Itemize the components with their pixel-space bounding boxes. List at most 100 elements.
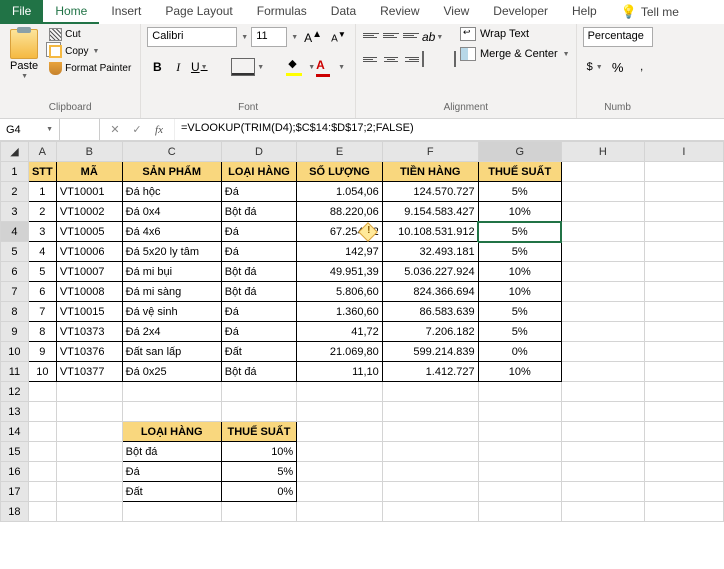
cell[interactable]: 3 — [28, 222, 56, 242]
cell[interactable] — [561, 242, 644, 262]
cell[interactable]: Đá 0x4 — [122, 202, 221, 222]
cell[interactable]: THUẾ SUẤT — [478, 162, 561, 182]
cell[interactable]: 1 — [28, 182, 56, 202]
tab-formulas[interactable]: Formulas — [245, 0, 319, 24]
col-header[interactable]: I — [644, 142, 723, 162]
row-header[interactable]: 18 — [1, 502, 29, 522]
tab-review[interactable]: Review — [368, 0, 431, 24]
cell[interactable] — [561, 302, 644, 322]
font-color-button[interactable]: A — [316, 58, 336, 76]
tab-home[interactable]: Home — [43, 0, 99, 24]
cell[interactable]: 4 — [28, 242, 56, 262]
cell[interactable]: SẢN PHẨM — [122, 162, 221, 182]
shrink-font-button[interactable]: A▼ — [328, 29, 349, 44]
cell[interactable]: Đá 2x4 — [122, 322, 221, 342]
paste-button[interactable]: Paste ▼ — [6, 27, 42, 82]
col-header[interactable]: H — [561, 142, 644, 162]
percent-button[interactable] — [607, 57, 629, 77]
cell[interactable]: 9 — [28, 342, 56, 362]
align-bottom-button[interactable] — [402, 27, 420, 43]
cell[interactable]: 10.108.531.912 — [382, 222, 478, 242]
cell[interactable] — [561, 322, 644, 342]
copy-button[interactable]: Copy▼ — [46, 44, 134, 59]
tab-help[interactable]: Help — [560, 0, 609, 24]
cell[interactable]: 5% — [221, 462, 296, 482]
cell[interactable]: 41,72 — [297, 322, 383, 342]
tell-me[interactable]: 💡Tell me — [609, 0, 691, 24]
cell[interactable]: Đá — [221, 302, 296, 322]
row-header[interactable]: 13 — [1, 402, 29, 422]
cell[interactable]: Đá mi bụi — [122, 262, 221, 282]
formula-input[interactable]: =VLOOKUP(TRIM(D4);$C$14:$D$17;2;FALSE) — [175, 119, 724, 140]
cell[interactable]: Bột đá — [221, 202, 296, 222]
cell[interactable] — [644, 162, 723, 182]
cell[interactable]: 1.054,06 — [297, 182, 383, 202]
row-header[interactable]: 15 — [1, 442, 29, 462]
cell[interactable]: 5% — [478, 322, 561, 342]
cell[interactable]: 5% — [478, 302, 561, 322]
row-header[interactable]: 17 — [1, 482, 29, 502]
cell[interactable]: Đá vệ sinh — [122, 302, 221, 322]
cell[interactable]: 142,97 — [297, 242, 383, 262]
underline-button[interactable]: U▼ — [189, 57, 209, 77]
cell[interactable]: 10% — [478, 202, 561, 222]
cell[interactable] — [644, 182, 723, 202]
cell[interactable]: Bột đá — [221, 362, 296, 382]
tab-developer[interactable]: Developer — [481, 0, 560, 24]
cell[interactable] — [561, 342, 644, 362]
format-painter-button[interactable]: Format Painter — [46, 61, 134, 76]
cell[interactable]: 5 — [28, 262, 56, 282]
cell[interactable]: Bột đá — [221, 262, 296, 282]
cell[interactable]: 5% — [478, 242, 561, 262]
cell[interactable]: VT10001 — [56, 182, 122, 202]
cell[interactable]: 0% — [478, 342, 561, 362]
row-header[interactable]: 14 — [1, 422, 29, 442]
cell[interactable]: 10% — [478, 282, 561, 302]
col-header[interactable]: A — [28, 142, 56, 162]
cell[interactable]: 599.214.839 — [382, 342, 478, 362]
row-header[interactable]: 9 — [1, 322, 29, 342]
cell[interactable]: Đá mi sàng — [122, 282, 221, 302]
cell[interactable]: 10% — [478, 262, 561, 282]
col-header[interactable]: D — [221, 142, 296, 162]
cell[interactable]: TIỀN HÀNG — [382, 162, 478, 182]
cell[interactable] — [644, 242, 723, 262]
cell[interactable]: 10% — [478, 362, 561, 382]
row-header[interactable]: 4 — [1, 222, 29, 242]
worksheet-grid[interactable]: ◢ A B C D E F G H I 1 STT MÃ SẢN PHẨM LO… — [0, 141, 724, 568]
row-header[interactable]: 12 — [1, 382, 29, 402]
tab-page-layout[interactable]: Page Layout — [153, 0, 244, 24]
row-header[interactable]: 10 — [1, 342, 29, 362]
align-right-button[interactable] — [402, 51, 420, 67]
orientation-button[interactable]: ab▼ — [422, 27, 443, 47]
cell[interactable]: VT10007 — [56, 262, 122, 282]
tab-data[interactable]: Data — [319, 0, 368, 24]
align-left-button[interactable] — [362, 51, 380, 67]
cell[interactable]: VT10376 — [56, 342, 122, 362]
cell[interactable]: 8 — [28, 322, 56, 342]
row-header[interactable]: 8 — [1, 302, 29, 322]
cell[interactable]: 49.951,39 — [297, 262, 383, 282]
cell[interactable]: 7 — [28, 302, 56, 322]
cell[interactable] — [561, 282, 644, 302]
cell[interactable]: 124.570.727 — [382, 182, 478, 202]
cell[interactable]: 10 — [28, 362, 56, 382]
font-name-select[interactable]: Calibri — [147, 27, 237, 47]
cell[interactable]: Đá — [221, 222, 296, 242]
row-header[interactable]: 7 — [1, 282, 29, 302]
cell[interactable] — [644, 222, 723, 242]
col-header[interactable]: C — [122, 142, 221, 162]
cell[interactable]: Đất san lấp — [122, 342, 221, 362]
enter-formula-button[interactable]: ✓ — [126, 123, 148, 136]
cell[interactable]: Đá 5x20 ly tâm — [122, 242, 221, 262]
wrap-text-button[interactable]: Wrap Text — [460, 27, 570, 41]
cell[interactable] — [561, 362, 644, 382]
cell[interactable]: 88.220,06 — [297, 202, 383, 222]
row-header[interactable]: 3 — [1, 202, 29, 222]
cell[interactable] — [561, 182, 644, 202]
cell[interactable] — [561, 262, 644, 282]
cell[interactable]: 6 — [28, 282, 56, 302]
cell[interactable] — [644, 302, 723, 322]
cancel-formula-button[interactable]: ✕ — [104, 123, 126, 136]
cell[interactable]: VT10008 — [56, 282, 122, 302]
